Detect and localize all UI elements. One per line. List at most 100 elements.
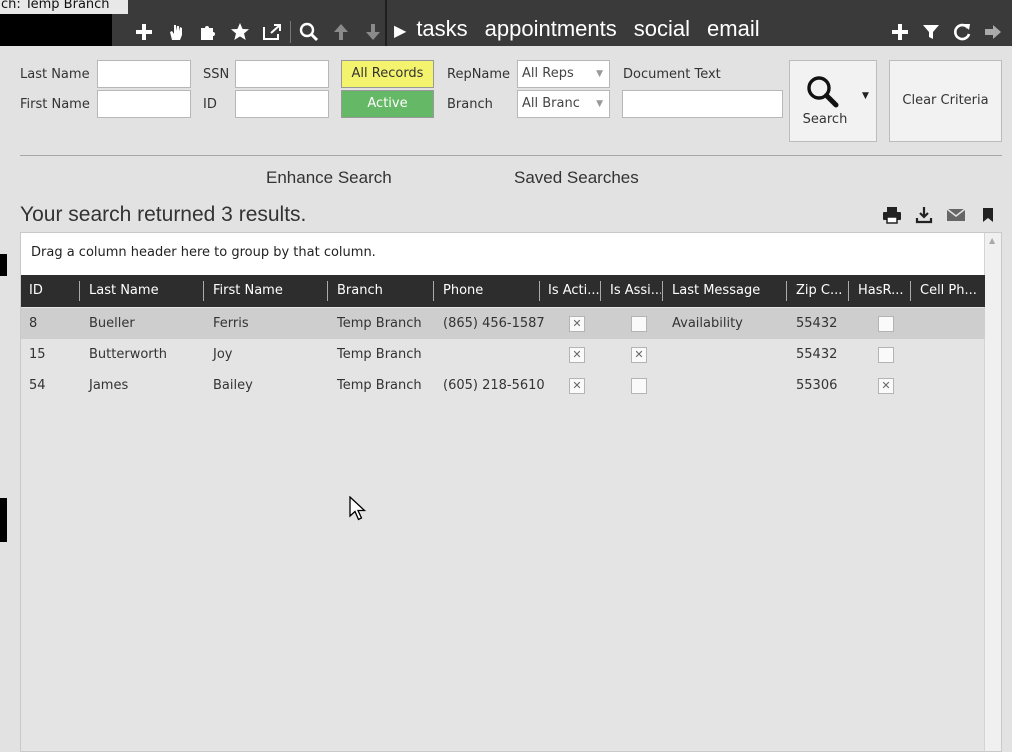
external-link-icon[interactable] — [256, 18, 288, 46]
hand-icon[interactable] — [160, 18, 192, 46]
hasr-checkbox[interactable] — [878, 316, 894, 332]
bookmark-icon[interactable] — [972, 204, 1004, 226]
first-name-label: First Name — [20, 97, 90, 112]
form-divider — [20, 155, 1002, 156]
nav-appointments[interactable]: appointments — [485, 16, 617, 42]
column-header-id[interactable]: ID — [21, 275, 79, 307]
email-icon[interactable] — [940, 204, 972, 226]
grid-header: ID Last Name First Name Branch Phone Is … — [21, 275, 985, 307]
table-row[interactable]: 54 James Bailey Temp Branch (605) 218-56… — [21, 370, 985, 401]
column-header-cell-phone[interactable]: Cell Ph... — [912, 275, 985, 307]
table-row[interactable]: 8 Bueller Ferris Temp Branch (865) 456-1… — [21, 308, 985, 339]
column-divider — [79, 281, 80, 301]
hasr-checkbox[interactable]: ✕ — [878, 378, 894, 394]
is-active-checkbox[interactable]: ✕ — [569, 378, 585, 394]
vertical-scrollbar[interactable]: ▲ — [984, 233, 1001, 751]
id-input[interactable] — [235, 90, 329, 118]
search-icon — [806, 75, 842, 113]
column-header-zip-code[interactable]: Zip C... — [788, 275, 848, 307]
document-text-label: Document Text — [623, 67, 721, 82]
is-assigned-checkbox[interactable] — [631, 316, 647, 332]
search-button-label: Search — [802, 112, 848, 127]
active-button[interactable]: Active — [341, 90, 434, 118]
edge-marker — [0, 254, 7, 276]
is-active-checkbox[interactable]: ✕ — [569, 347, 585, 363]
repname-label: RepName — [447, 67, 511, 82]
filter-icon[interactable] — [915, 18, 946, 46]
cell-zip: 55432 — [796, 316, 838, 331]
puzzle-icon[interactable] — [192, 18, 224, 46]
last-name-input[interactable] — [97, 60, 191, 88]
cell-first-name: Ferris — [213, 316, 249, 331]
column-header-hasr[interactable]: HasR... — [850, 275, 910, 307]
cell-zip: 55306 — [796, 378, 838, 393]
branch-select[interactable]: All Branc ▼ — [517, 90, 610, 118]
cell-branch: Temp Branch — [337, 378, 422, 393]
search-button[interactable]: ▼ Search — [789, 60, 877, 142]
column-header-is-active[interactable]: Is Acti... — [540, 275, 600, 307]
is-active-checkbox[interactable]: ✕ — [569, 316, 585, 332]
results-grid: Drag a column header here to group by th… — [20, 232, 1002, 752]
toolbar-divider — [290, 21, 291, 43]
arrow-right-icon[interactable] — [977, 18, 1008, 46]
group-by-panel[interactable]: Drag a column header here to group by th… — [21, 233, 985, 275]
edge-marker — [0, 498, 7, 542]
cell-id: 15 — [29, 347, 46, 362]
cell-first-name: Bailey — [213, 378, 253, 393]
column-header-last-name[interactable]: Last Name — [81, 275, 203, 307]
print-icon[interactable] — [876, 204, 908, 226]
column-divider — [203, 281, 204, 301]
cell-phone: (865) 456-1587 — [443, 316, 545, 331]
caret-down-icon[interactable]: ▼ — [862, 91, 869, 101]
result-actions — [876, 204, 1004, 226]
column-divider — [600, 281, 601, 301]
column-header-first-name[interactable]: First Name — [205, 275, 327, 307]
mouse-pointer-icon — [349, 495, 367, 526]
result-count: Your search returned 3 results. — [20, 203, 307, 226]
is-assigned-checkbox[interactable] — [631, 378, 647, 394]
scroll-up-icon[interactable]: ▲ — [989, 236, 995, 245]
add-icon[interactable] — [128, 18, 160, 46]
search-icon[interactable] — [293, 18, 325, 46]
column-header-last-message[interactable]: Last Message — [664, 275, 786, 307]
is-assigned-checkbox[interactable]: ✕ — [631, 347, 647, 363]
all-records-button[interactable]: All Records — [341, 60, 434, 88]
column-divider — [910, 281, 911, 301]
cell-phone — [435, 339, 443, 370]
cell-first-name: Joy — [213, 347, 233, 362]
column-divider — [433, 281, 434, 301]
column-header-is-assigned[interactable]: Is Assi... — [602, 275, 661, 307]
nav-tasks[interactable]: tasks — [416, 16, 467, 42]
last-name-label: Last Name — [20, 67, 90, 82]
hasr-checkbox[interactable] — [878, 347, 894, 363]
ssn-input[interactable] — [235, 60, 329, 88]
cell-cell-phone — [912, 339, 920, 370]
cell-cell-phone — [912, 370, 920, 401]
first-name-input[interactable] — [97, 90, 191, 118]
add-icon[interactable] — [884, 18, 915, 46]
cell-last-message — [664, 370, 672, 401]
column-header-branch[interactable]: Branch — [329, 275, 433, 307]
column-header-phone[interactable]: Phone — [435, 275, 539, 307]
repname-value: All Reps — [522, 66, 574, 81]
clear-criteria-button[interactable]: Clear Criteria — [889, 60, 1002, 142]
cell-last-name: Bueller — [89, 316, 135, 331]
nav-social[interactable]: social — [634, 16, 690, 42]
enhance-search-link[interactable]: Enhance Search — [266, 168, 392, 188]
play-icon[interactable]: ▶ — [394, 21, 406, 40]
repname-select[interactable]: All Reps ▼ — [517, 60, 610, 88]
table-row[interactable]: 15 Butterworth Joy Temp Branch ✕ ✕ 55432 — [21, 339, 985, 370]
star-icon[interactable] — [224, 18, 256, 46]
cell-branch: Temp Branch — [337, 316, 422, 331]
arrow-up-icon[interactable] — [325, 18, 357, 46]
download-icon[interactable] — [908, 204, 940, 226]
nav-email[interactable]: email — [707, 16, 760, 42]
saved-searches-link[interactable]: Saved Searches — [514, 168, 639, 188]
top-bar: ch: Temp Branch ▶ tasks appointments soc… — [0, 0, 1012, 46]
ssn-label: SSN — [203, 67, 230, 82]
chevron-down-icon: ▼ — [596, 69, 603, 79]
refresh-icon[interactable] — [946, 18, 977, 46]
column-divider — [848, 281, 849, 301]
cell-last-name: Butterworth — [89, 347, 167, 362]
document-text-input[interactable] — [622, 90, 783, 118]
